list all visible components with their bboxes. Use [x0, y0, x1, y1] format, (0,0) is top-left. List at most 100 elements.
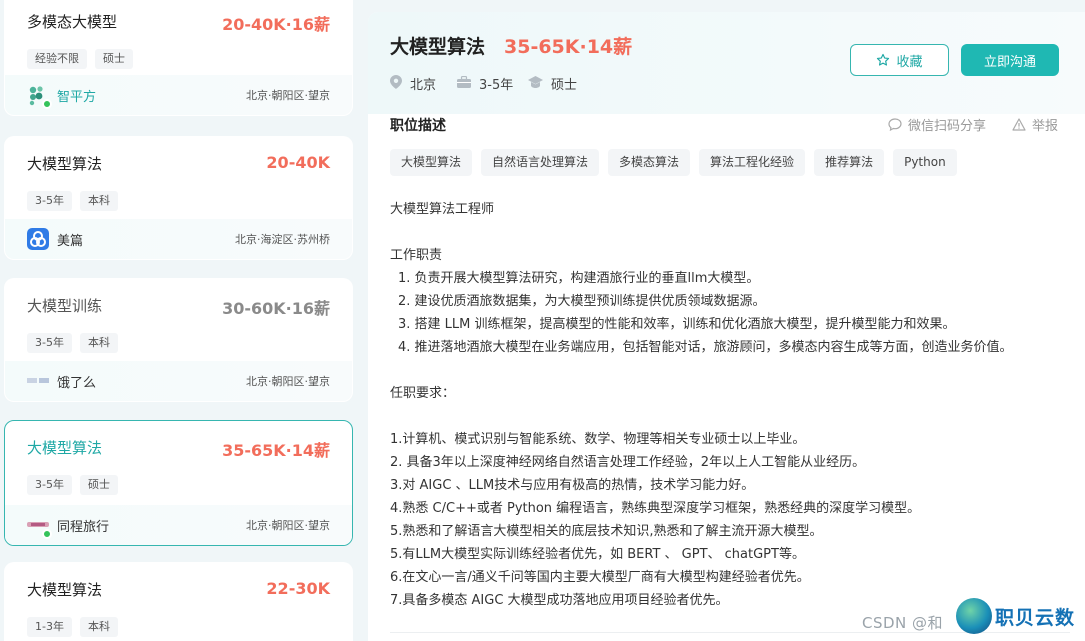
job-experience: 3-5年: [457, 74, 513, 93]
job-card-selected[interactable]: 大模型算法 35-65K·14薪 3-5年 硕士 同程旅行 北京·朝阳区·望京: [4, 420, 353, 546]
tag: 本科: [79, 191, 118, 211]
description-line: 6.在文心一言/通义千问等国内主要大模型厂商有大模型构建经验者优先。: [390, 570, 810, 585]
company-logo-icon: [27, 514, 52, 539]
job-card[interactable]: 多模态大模型 20-40K·16薪 经验不限 硕士 智平方 北京·朝阳区·望京: [4, 0, 353, 116]
job-card[interactable]: 大模型算法 22-30K 1-3年 本科: [4, 562, 353, 641]
description-line: [390, 221, 1070, 244]
job-card-title: 大模型算法: [27, 439, 103, 457]
job-card-title: 大模型训练: [27, 297, 103, 315]
job-card-tags: 3-5年 硕士: [27, 475, 118, 495]
job-city: 北京: [390, 74, 436, 93]
job-card-footer: 饿了么 北京·朝阳区·望京: [5, 361, 352, 401]
job-card-salary: 20-40K·16薪: [222, 15, 330, 34]
job-list: 多模态大模型 20-40K·16薪 经验不限 硕士 智平方 北京·朝阳区·望京: [4, 0, 353, 641]
chat-now-button[interactable]: 立即沟通: [961, 44, 1059, 76]
job-detail-header: 大模型算法 35-65K·14薪 北京 3-5年 硕士 收藏 立即沟通: [368, 12, 1085, 114]
tag: 3-5年: [27, 475, 72, 495]
description-line: [390, 405, 1070, 428]
tag: 本科: [79, 333, 118, 353]
job-card-tags: 1-3年 本科: [27, 617, 118, 637]
job-card-salary: 20-40K: [266, 153, 330, 172]
job-title: 大模型算法: [390, 36, 486, 58]
skill-tag: 多模态算法: [608, 149, 691, 176]
job-city-text: 北京: [410, 78, 437, 93]
description-line: 工作职责: [390, 248, 443, 263]
report-label: 举报: [1032, 119, 1059, 134]
job-card[interactable]: 大模型算法 20-40K 3-5年 本科 美篇 北京·海淀区·苏州桥: [4, 136, 353, 260]
location-pin-icon: [390, 74, 402, 93]
company-location: 北京·海淀区·苏州桥: [235, 233, 330, 246]
description-line: 5.熟悉和了解语言大模型相关的底层技术知识,熟悉和了解主流开源大模型。: [390, 524, 823, 539]
company-name: 智平方: [57, 89, 97, 105]
wechat-share-link[interactable]: 微信扫码分享: [888, 115, 986, 134]
tag: 硕士: [79, 475, 118, 495]
tag: 经验不限: [27, 49, 87, 69]
company-logo-icon: [27, 228, 49, 250]
chat-bubble-icon: [888, 118, 902, 131]
company-logo-icon: [27, 370, 49, 392]
job-salary: 35-65K·14薪: [504, 36, 633, 58]
description-line: 2. 建设优质酒旅数据集，为大模型预训练提供优质领域数据源。: [398, 294, 766, 309]
briefcase-icon: [457, 75, 471, 92]
report-link[interactable]: 举报: [1012, 115, 1058, 134]
brand-badge: 职贝云数: [956, 598, 1075, 634]
job-card-title: 多模态大模型: [27, 13, 118, 31]
graduation-cap-icon: [528, 75, 543, 92]
description-line: 大模型算法工程师: [390, 202, 495, 217]
skill-tag: 自然语言处理算法: [481, 149, 600, 176]
job-card-salary: 35-65K·14薪: [222, 441, 330, 460]
job-experience-text: 3-5年: [479, 78, 514, 93]
tag: 3-5年: [27, 191, 72, 211]
description-line: 4.熟悉 C/C++或者 Python 编程语言，熟练典型深度学习框架，熟悉经典…: [390, 501, 921, 516]
company-logo-icon: [27, 84, 52, 109]
job-description-text: 大模型算法工程师 工作职责 1. 负责开展大模型算法研究，构建酒旅行业的垂直ll…: [390, 198, 1070, 612]
skill-tag: 算法工程化经验: [699, 149, 806, 176]
job-card[interactable]: 大模型训练 30-60K·16薪 3-5年 本科 饿了么 北京·朝阳区·望京: [4, 278, 353, 402]
brand-logo-icon: [956, 598, 992, 634]
share-label: 微信扫码分享: [908, 119, 987, 134]
online-dot: [42, 529, 52, 539]
skill-tag: 推荐算法: [814, 149, 885, 176]
job-card-footer: 同程旅行 北京·朝阳区·望京: [5, 505, 352, 545]
description-line: 1.计算机、模式识别与智能系统、数学、物理等相关专业硕士以上毕业。: [390, 432, 806, 447]
job-card-footer: 智平方 北京·朝阳区·望京: [5, 75, 352, 115]
star-icon: [877, 53, 890, 66]
company-name: 饿了么: [57, 375, 97, 391]
job-card-tags: 3-5年 本科: [27, 333, 118, 353]
skill-tags: 大模型算法 自然语言处理算法 多模态算法 算法工程化经验 推荐算法 Python: [390, 149, 957, 176]
company-name: 同程旅行: [57, 519, 110, 535]
company-location: 北京·朝阳区·望京: [246, 375, 330, 388]
description-line: 3. 搭建 LLM 训练框架，提高模型的性能和效率，训练和优化酒旅大模型，提升模…: [398, 317, 956, 332]
warning-icon: [1012, 118, 1026, 131]
tag: 本科: [79, 617, 118, 637]
job-card-salary: 22-30K: [266, 579, 330, 598]
job-degree-text: 硕士: [551, 78, 578, 93]
job-card-tags: 3-5年 本科: [27, 191, 118, 211]
job-card-title: 大模型算法: [27, 155, 103, 173]
company-location: 北京·朝阳区·望京: [246, 89, 330, 102]
job-card-salary: 30-60K·16薪: [222, 299, 330, 318]
job-card-footer: 美篇 北京·海淀区·苏州桥: [5, 219, 352, 259]
collect-button[interactable]: 收藏: [850, 44, 949, 76]
description-line: [390, 359, 1070, 382]
online-dot: [42, 99, 52, 109]
skill-tag: 大模型算法: [390, 149, 473, 176]
description-line: 4. 推进落地酒旅大模型在业务端应用，包括智能对话，旅游顾问，多模态内容生成等方…: [398, 340, 1013, 355]
description-line: 任职要求：: [390, 386, 456, 401]
description-line: 3.对 AIGC 、LLM技术与应用有极高的热情，技术学习能力好。: [390, 478, 755, 493]
tag: 硕士: [95, 49, 133, 69]
skill-tag: Python: [893, 149, 957, 176]
company-name: 美篇: [57, 233, 84, 249]
job-card-tags: 经验不限 硕士: [27, 49, 133, 69]
brand-text: 职贝云数: [995, 606, 1076, 629]
description-line: 1. 负责开展大模型算法研究，构建酒旅行业的垂直llm大模型。: [398, 271, 760, 286]
tag: 3-5年: [27, 333, 72, 353]
description-line: 2. 具备3年以上深度神经网络自然语言处理工作经验，2年以上人工智能从业经历。: [390, 455, 866, 470]
tag: 1-3年: [27, 617, 72, 637]
description-line: 5.有LLM大模型实际训练经验者优先，如 BERT 、 GPT、 chatGPT…: [390, 547, 805, 562]
collect-label: 收藏: [896, 54, 923, 70]
job-detail-panel: 大模型算法 35-65K·14薪 北京 3-5年 硕士 收藏 立即沟通 职位描述: [368, 12, 1085, 641]
section-title-job-description: 职位描述: [390, 118, 446, 134]
job-card-title: 大模型算法: [27, 581, 103, 599]
job-degree: 硕士: [528, 74, 577, 93]
